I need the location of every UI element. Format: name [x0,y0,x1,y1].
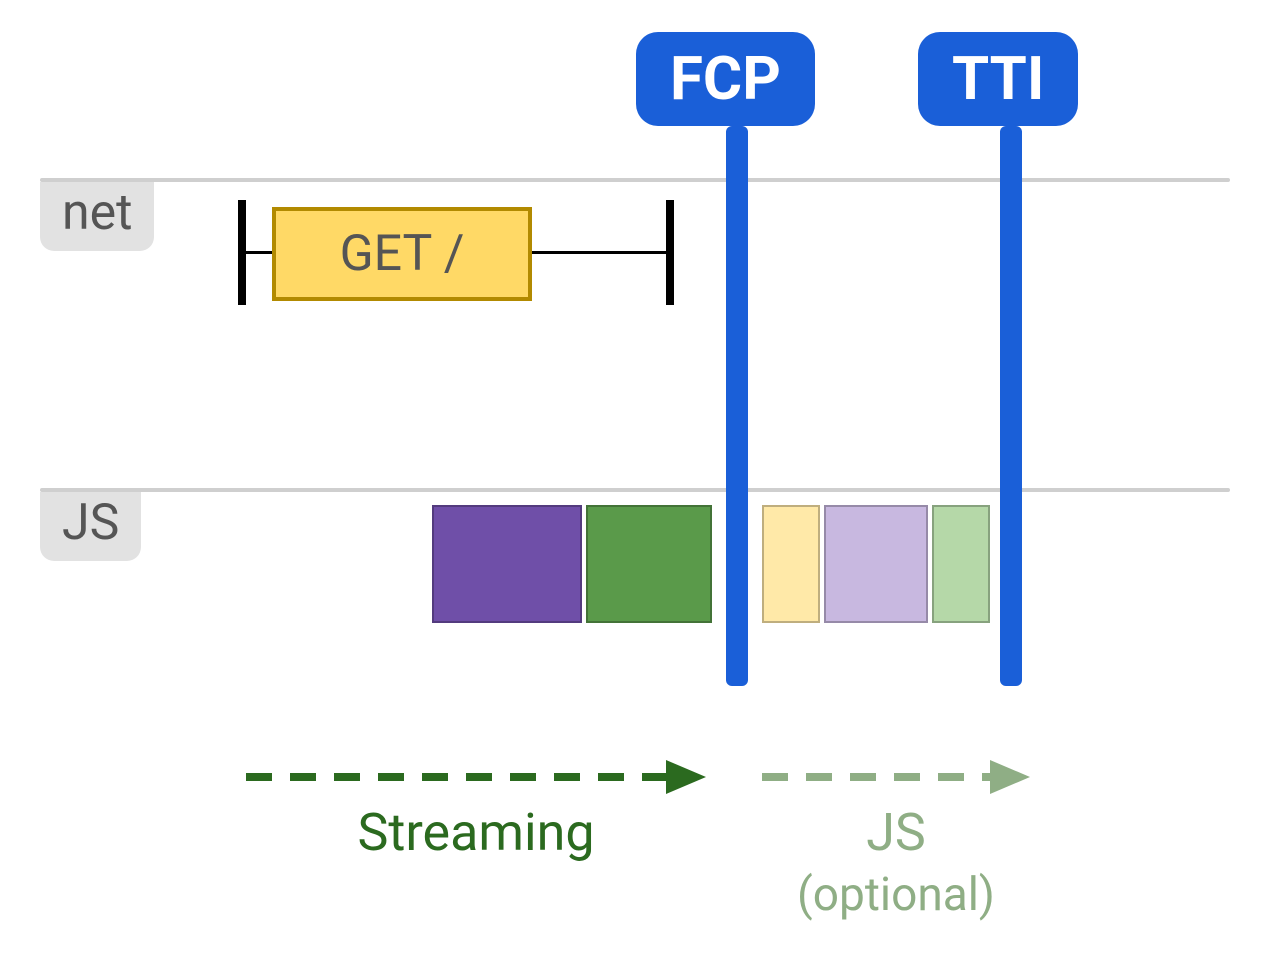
timeline-diagram: net JS GET / FCP TTI Streaming JS (optio… [0,0,1272,974]
streaming-arrow-icon [246,752,706,802]
js-block-yellow-light [762,505,820,623]
js-optional-arrow-icon [762,752,1030,802]
js-block-green-light [932,505,990,623]
js-block-purple [432,505,582,623]
js-block-green [586,505,712,623]
tti-marker-line [1000,126,1022,686]
js-track-label: JS [40,492,141,561]
js-optional-label: JS [762,802,1030,863]
net-request-label: GET / [340,225,465,283]
fcp-marker-label: FCP [636,32,815,126]
js-track-line [40,488,1230,492]
streaming-label: Streaming [246,802,706,863]
js-block-purple-light [824,505,928,623]
tti-marker-label: TTI [918,32,1078,126]
net-track-line [40,178,1230,182]
net-track-label: net [40,182,154,251]
js-optional-sublabel: (optional) [732,868,1060,922]
net-span-end-cap [666,200,674,305]
fcp-marker-line [726,126,748,686]
net-request-box: GET / [272,207,532,301]
